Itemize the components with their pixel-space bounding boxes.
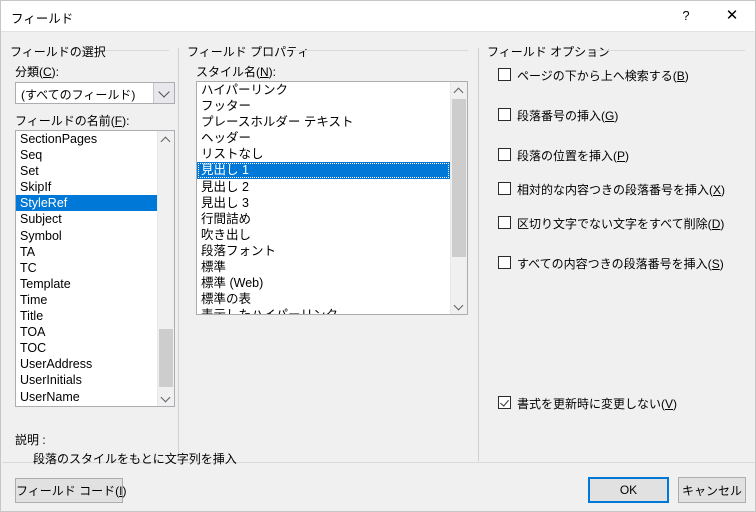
category-label: 分類(C): bbox=[15, 63, 59, 80]
list-item[interactable]: TOC bbox=[16, 340, 157, 356]
field-properties-group-title: フィールド プロパティ bbox=[187, 43, 314, 60]
group-rule-middle bbox=[293, 50, 468, 51]
checkbox-box-icon[interactable] bbox=[498, 108, 511, 121]
panel-separator-left bbox=[178, 48, 179, 461]
close-icon[interactable]: ✕ bbox=[709, 1, 755, 30]
list-item[interactable]: TA bbox=[16, 244, 157, 260]
list-item[interactable]: Set bbox=[16, 163, 157, 179]
checkbox-box-icon[interactable] bbox=[498, 148, 511, 161]
field-names-items: SectionPagesSeqSetSkipIfStyleRefSubjectS… bbox=[16, 131, 157, 407]
list-item[interactable]: TC bbox=[16, 260, 157, 276]
list-item[interactable]: StyleRef bbox=[16, 195, 157, 211]
list-item[interactable]: Time bbox=[16, 292, 157, 308]
checkbox-label: 段落の位置を挿入(P) bbox=[517, 147, 629, 164]
field-dialog: フィールド ? ✕ フィールドの選択 フィールド プロパティ フィールド オプシ… bbox=[0, 0, 756, 512]
list-item[interactable]: フッター bbox=[197, 98, 450, 114]
checkbox-label: 書式を更新時に変更しない(V) bbox=[517, 395, 677, 412]
list-item[interactable]: Template bbox=[16, 276, 157, 292]
list-item[interactable]: プレースホルダー テキスト bbox=[197, 114, 450, 130]
list-item[interactable]: ヘッダー bbox=[197, 130, 450, 146]
panel-separator-right bbox=[478, 48, 479, 461]
checkbox-label: すべての内容つきの段落番号を挿入(S) bbox=[517, 255, 724, 272]
style-name-label: スタイル名(N): bbox=[196, 63, 276, 80]
list-item[interactable]: UserName bbox=[16, 389, 157, 405]
style-names-items: ハイパーリンクフッタープレースホルダー テキストヘッダーリストなし見出し 1見出… bbox=[197, 82, 450, 315]
list-item[interactable]: SectionPages bbox=[16, 131, 157, 147]
dialog-title: フィールド bbox=[11, 8, 73, 27]
list-item[interactable]: 標準 (Web) bbox=[197, 275, 450, 291]
scroll-up-icon[interactable] bbox=[451, 82, 467, 99]
list-item[interactable]: UserInitials bbox=[16, 372, 157, 388]
checkbox-box-icon[interactable] bbox=[498, 396, 511, 409]
style-names-scrollbar[interactable] bbox=[450, 82, 467, 314]
checkbox-label: 相対的な内容つきの段落番号を挿入(X) bbox=[517, 181, 725, 198]
list-item[interactable]: リストなし bbox=[197, 146, 450, 162]
list-item[interactable]: 見出し 1 bbox=[197, 162, 450, 178]
checkbox-label: 区切り文字でない文字をすべて削除(D) bbox=[517, 215, 724, 232]
field-names-label: フィールドの名前(F): bbox=[15, 112, 129, 129]
style-names-listbox[interactable]: ハイパーリンクフッタープレースホルダー テキストヘッダーリストなし見出し 1見出… bbox=[196, 81, 468, 315]
list-item[interactable]: 表示したハイパーリンク bbox=[197, 307, 450, 315]
list-item[interactable]: 見出し 3 bbox=[197, 195, 450, 211]
list-item[interactable]: 標準 bbox=[197, 259, 450, 275]
list-item[interactable]: UserAddress bbox=[16, 356, 157, 372]
checkbox-box-icon[interactable] bbox=[498, 216, 511, 229]
group-rule-right bbox=[595, 50, 745, 51]
list-item[interactable]: 見出し 2 bbox=[197, 179, 450, 195]
scroll-up-icon[interactable] bbox=[158, 131, 174, 148]
checkbox-box-icon[interactable] bbox=[498, 182, 511, 195]
list-item[interactable]: 標準の表 bbox=[197, 291, 450, 307]
field-codes-button[interactable]: フィールド コード(I) bbox=[15, 478, 123, 503]
checkbox-box-icon[interactable] bbox=[498, 68, 511, 81]
dialog-titlebar: フィールド ? ✕ bbox=[1, 1, 755, 32]
list-item[interactable]: SkipIf bbox=[16, 179, 157, 195]
category-combobox-value: (すべてのフィールド) bbox=[21, 86, 135, 103]
description-text: 段落のスタイルをもとに文字列を挿入 bbox=[33, 450, 237, 467]
description-label: 説明 : bbox=[15, 431, 46, 448]
field-names-listbox[interactable]: SectionPagesSeqSetSkipIfStyleRefSubjectS… bbox=[15, 130, 175, 407]
list-item[interactable]: Subject bbox=[16, 211, 157, 227]
scroll-down-icon[interactable] bbox=[451, 297, 467, 314]
list-item[interactable]: Seq bbox=[16, 147, 157, 163]
scrollbar-thumb[interactable] bbox=[159, 329, 173, 387]
list-item[interactable]: XE bbox=[16, 405, 157, 407]
checkbox-label: 段落番号の挿入(G) bbox=[517, 107, 618, 124]
checkbox-box-icon[interactable] bbox=[498, 256, 511, 269]
chevron-down-icon[interactable] bbox=[153, 83, 174, 103]
scrollbar-thumb[interactable] bbox=[452, 99, 466, 257]
ok-button[interactable]: OK bbox=[588, 477, 669, 503]
scroll-down-icon[interactable] bbox=[158, 389, 174, 406]
help-icon[interactable]: ? bbox=[663, 1, 709, 30]
field-names-scrollbar[interactable] bbox=[157, 131, 174, 406]
field-options-group-title: フィールド オプション bbox=[487, 43, 615, 60]
list-item[interactable]: TOA bbox=[16, 324, 157, 340]
category-combobox[interactable]: (すべてのフィールド) bbox=[15, 82, 175, 104]
group-rule-left bbox=[106, 50, 169, 51]
list-item[interactable]: Title bbox=[16, 308, 157, 324]
checkbox-label: ページの下から上へ検索する(B) bbox=[517, 67, 689, 84]
list-item[interactable]: ハイパーリンク bbox=[197, 82, 450, 98]
list-item[interactable]: Symbol bbox=[16, 228, 157, 244]
field-selection-group-title: フィールドの選択 bbox=[10, 43, 111, 60]
list-item[interactable]: 吹き出し bbox=[197, 227, 450, 243]
list-item[interactable]: 行間詰め bbox=[197, 211, 450, 227]
cancel-button[interactable]: キャンセル bbox=[678, 477, 746, 503]
list-item[interactable]: 段落フォント bbox=[197, 243, 450, 259]
